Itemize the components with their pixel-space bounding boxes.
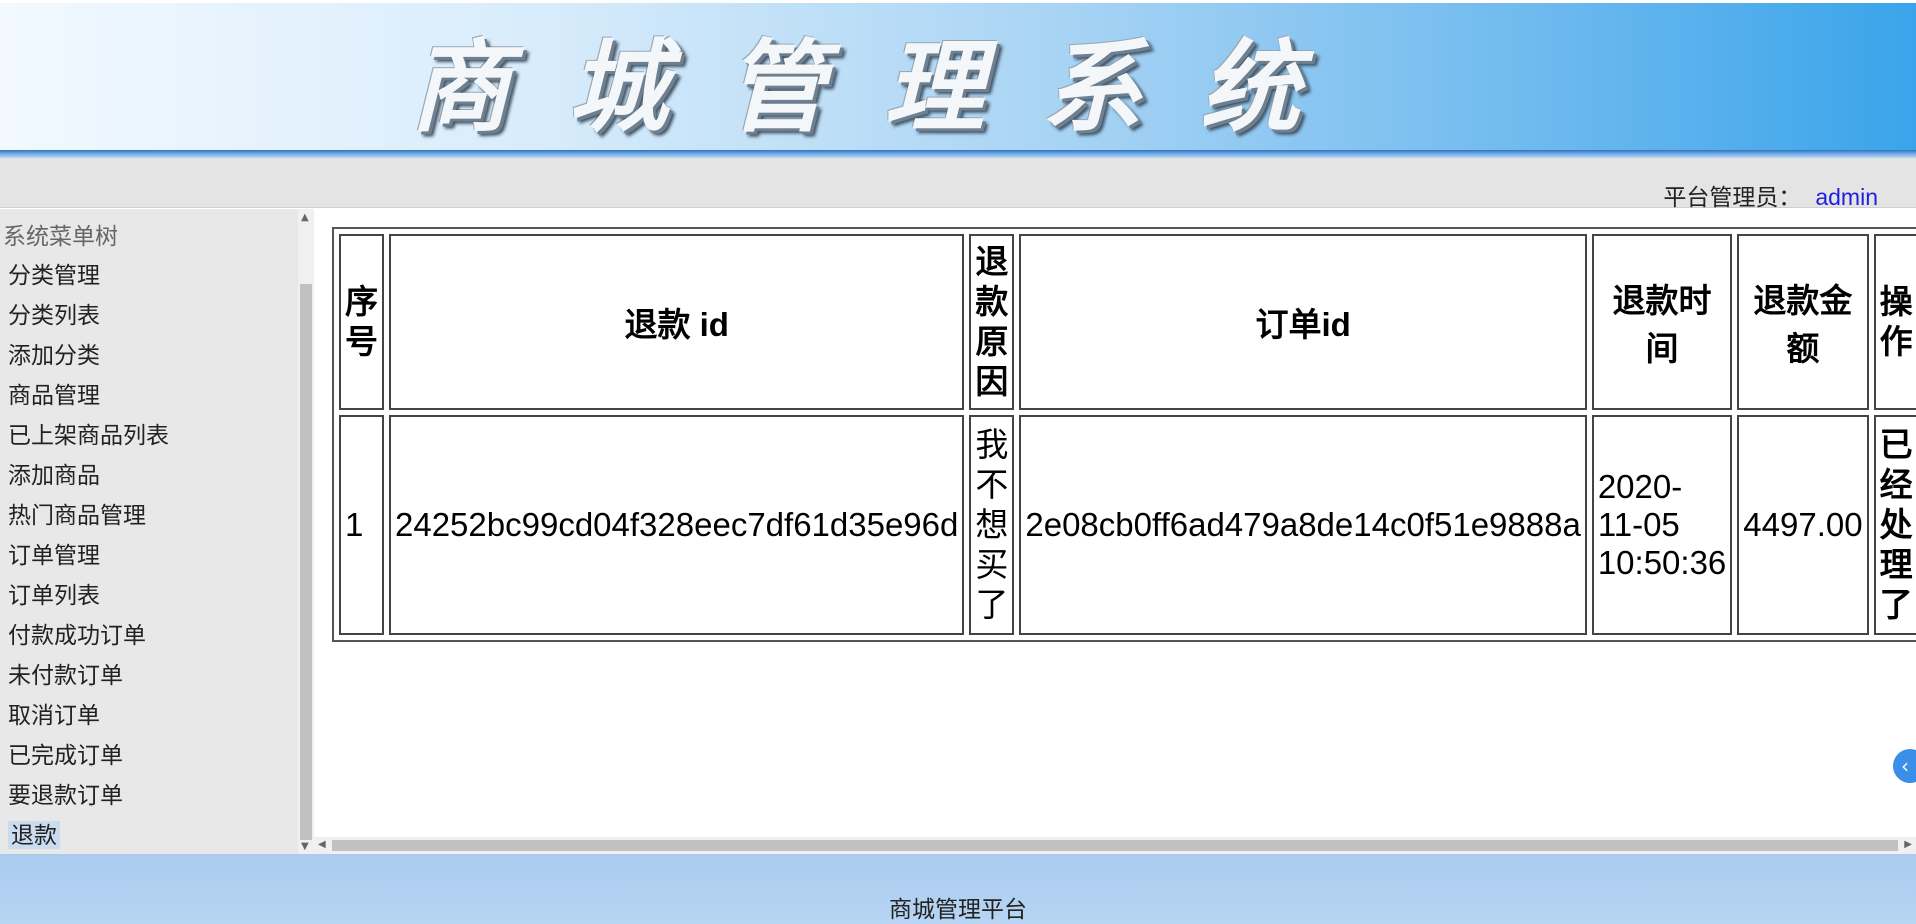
col-header-refund-id: 退款 id [389,234,965,410]
sidebar-item-label: 取消订单 [8,702,100,728]
sidebar-item-unpaid-orders[interactable]: 未付款订单 [5,655,172,695]
scroll-left-arrow-icon[interactable]: ◀ [318,839,326,850]
sidebar-item-label: 分类列表 [8,302,100,328]
sidebar-item-label: 付款成功订单 [8,622,146,648]
banner-title-char: 统 [1200,27,1300,146]
sidebar-item-label: 添加分类 [8,342,100,368]
sidebar-item-category-list[interactable]: 分类列表 [5,295,172,335]
sidebar-item-label: 商品管理 [8,382,100,408]
cell-index: 1 [339,415,384,635]
sidebar-item-product-management[interactable]: 商品管理 [5,375,172,415]
sidebar-item-label: 未付款订单 [8,662,123,688]
sidebar-item-label: 热门商品管理 [8,502,146,528]
sidebar-item-add-product[interactable]: 添加商品 [5,455,172,495]
content-horizontal-scrollbar[interactable]: ◀ ▶ [314,837,1916,854]
sidebar-item-order-list[interactable]: 订单列表 [5,575,172,615]
sidebar-item-refund-requests[interactable]: 要退款订单 [5,775,172,815]
sidebar-item-order-management[interactable]: 订单管理 [5,535,172,575]
sidebar-item-paid-orders[interactable]: 付款成功订单 [5,615,172,655]
sidebar-item-label: 分类管理 [8,262,100,288]
sidebar-item-add-category[interactable]: 添加分类 [5,335,172,375]
banner-title-char: 管 [726,27,826,146]
scroll-down-arrow-icon[interactable]: ▼ [301,842,309,852]
scroll-right-arrow-icon[interactable]: ▶ [1904,839,1912,850]
action-processed-link[interactable]: 已经处理了 [1873,415,1916,635]
banner-title: 商 城 管 理 系 统 [410,3,1510,153]
table-row: 1 24252bc99cd04f328eec7df61d35e96d 我不想买了… [339,415,1916,635]
sidebar-scroll-thumb[interactable] [300,284,312,840]
sidebar-scrollbar[interactable]: ▲ ▼ [298,209,314,854]
admin-label: 平台管理员： [1663,184,1802,210]
menu-tree-title: 系统菜单树 [3,223,118,249]
sidebar-menu-tree: 系统菜单树 分类管理 分类列表 添加分类 商品管理 已上架商品列表 添加商品 热… [0,209,298,854]
col-header-refund-time: 退款时间 [1591,234,1733,410]
sidebar-item-label: 添加商品 [8,462,100,488]
sidebar-item-completed-orders[interactable]: 已完成订单 [5,735,172,775]
footer-text: 商城管理平台 [889,896,1027,922]
sidebar-item-label: 订单管理 [8,542,100,568]
main-content: 序号 退款 id 退款原因 订单id 退款时间 退款金额 操作 1 24252b… [314,209,1916,837]
header-banner: 商 城 管 理 系 统 [0,0,1916,150]
top-status-bar: 平台管理员： admin [0,158,1916,210]
cell-refund-id: 24252bc99cd04f328eec7df61d35e96d [389,415,965,635]
scroll-up-arrow-icon[interactable]: ▲ [301,213,309,223]
footer: 商城管理平台 [0,854,1916,924]
sidebar-item-hot-products[interactable]: 热门商品管理 [5,495,172,535]
cell-refund-time: 2020-11-05 10:50:36 [1591,415,1733,635]
sidebar-item-label: 订单列表 [8,582,100,608]
banner-title-char: 理 [884,27,984,146]
col-header-index: 序号 [339,234,384,410]
table-header-row: 序号 退款 id 退款原因 订单id 退款时间 退款金额 操作 [339,234,1916,410]
sidebar-item-cancelled-orders[interactable]: 取消订单 [5,695,172,735]
banner-title-char: 城 [568,27,668,146]
col-header-amount: 退款金额 [1737,234,1869,410]
cell-amount: 4497.00 [1737,415,1869,635]
refund-table: 序号 退款 id 退款原因 订单id 退款时间 退款金额 操作 1 24252b… [332,227,1916,642]
col-header-order-id: 订单id [1019,234,1587,410]
sidebar-item-listed-products[interactable]: 已上架商品列表 [5,415,172,455]
sidebar-item-category-management[interactable]: 分类管理 [5,255,172,295]
admin-name-link[interactable]: admin [1815,184,1878,210]
banner-divider [0,150,1916,158]
sidebar-item-label: 已上架商品列表 [8,422,169,448]
cell-reason: 我不想买了 [969,415,1015,635]
cell-order-id: 2e08cb0ff6ad479a8de14c0f51e9888a [1019,415,1587,635]
sidebar-item-refunds[interactable]: 退款 [5,815,172,854]
banner-title-char: 系 [1042,27,1142,146]
sidebar-item-label: 要退款订单 [8,782,123,808]
banner-title-char: 商 [410,27,510,146]
horizontal-scroll-thumb[interactable] [332,840,1898,851]
admin-info: 平台管理员： admin [1663,178,1878,212]
col-header-reason: 退款原因 [969,234,1015,410]
sidebar-item-label: 已完成订单 [8,742,123,768]
menu-list: 分类管理 分类列表 添加分类 商品管理 已上架商品列表 添加商品 热门商品管理 … [5,255,172,854]
col-header-action: 操作 [1873,234,1916,410]
sidebar-item-label: 退款 [8,821,60,849]
